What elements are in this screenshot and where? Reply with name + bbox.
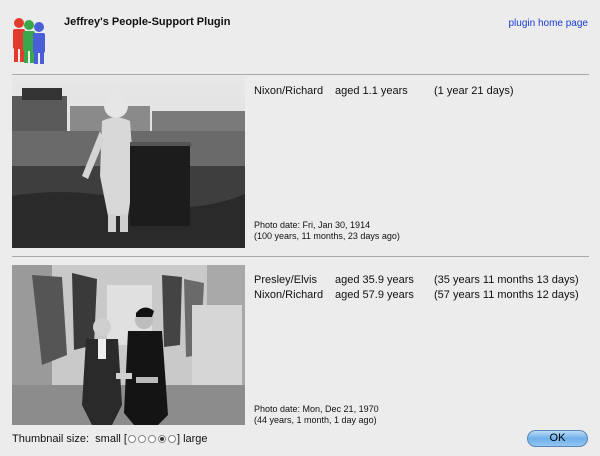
- person-name: Nixon/Richard: [254, 85, 324, 97]
- thumbnail-size-label: Thumbnail size:: [12, 433, 90, 445]
- divider-top: [12, 74, 589, 75]
- photo-thumbnail-1[interactable]: [12, 76, 245, 248]
- thumbnail-size-control: Thumbnail size: small [ ] large: [12, 433, 208, 445]
- photo-date: Photo date: Fri, Jan 30, 1914: [254, 220, 371, 230]
- oval-office-photo-image: [12, 265, 245, 425]
- person-age: aged 57.9 years: [335, 289, 414, 301]
- thumbnail-size-radio-3[interactable]: [147, 435, 156, 444]
- photo-date-1: Photo date: Fri, Jan 30, 1914 (100 years…: [254, 220, 400, 242]
- photo-ago: (44 years, 1 month, 1 day ago): [254, 415, 377, 425]
- person-age: aged 1.1 years: [335, 85, 408, 97]
- thumbnail-size-radio-group: [127, 433, 177, 445]
- person-age-detail: (35 years 11 months 13 days): [434, 274, 579, 286]
- divider-middle: [12, 256, 589, 257]
- photo-thumbnail-2[interactable]: [12, 265, 245, 425]
- photo-date: Photo date: Mon, Dec 21, 1970: [254, 404, 379, 414]
- photo-ago: (100 years, 11 months, 23 days ago): [254, 231, 400, 241]
- photo-entry-2: Presley/Elvis aged 35.9 years (35 years 11…: [12, 265, 589, 425]
- thumbnail-size-large-label: ] large: [176, 433, 208, 445]
- person-name: Nixon/Richard: [254, 289, 324, 301]
- thumbnail-size-radio-5[interactable]: [167, 435, 176, 444]
- baby-photo-image: [12, 76, 245, 248]
- thumbnail-size-radio-4[interactable]: [157, 435, 166, 444]
- person-name: Presley/Elvis: [254, 274, 317, 286]
- person-blue-icon: [33, 22, 45, 64]
- ok-button[interactable]: OK: [527, 430, 588, 447]
- person-list-1: Nixon/Richard aged 1.1 years (1 year 21 da…: [254, 84, 513, 99]
- person-list-2: Presley/Elvis aged 35.9 years (35 years 11…: [254, 273, 579, 303]
- photo-entry-1: Nixon/Richard aged 1.1 years (1 year 21 da…: [12, 76, 589, 248]
- thumbnail-size-radio-1[interactable]: [127, 435, 136, 444]
- person-age-detail: (1 year 21 days): [434, 85, 514, 97]
- thumbnail-size-small-label: small [: [95, 433, 127, 445]
- photo-date-2: Photo date: Mon, Dec 21, 1970 (44 years,…: [254, 404, 379, 426]
- person-age: aged 35.9 years: [335, 274, 414, 286]
- person-row[interactable]: Nixon/Richard aged 1.1 years (1 year 21 da…: [254, 84, 513, 99]
- person-age-detail: (57 years 11 months 12 days): [434, 289, 579, 301]
- plugin-home-page-link[interactable]: plugin home page: [508, 18, 588, 29]
- person-row[interactable]: Presley/Elvis aged 35.9 years (35 years 11…: [254, 273, 579, 288]
- person-row[interactable]: Nixon/Richard aged 57.9 years (57 years 11…: [254, 288, 579, 303]
- plugin-title: Jeffrey's People-Support Plugin: [64, 16, 231, 28]
- thumbnail-size-radio-2[interactable]: [137, 435, 146, 444]
- people-group-icon: [13, 18, 45, 64]
